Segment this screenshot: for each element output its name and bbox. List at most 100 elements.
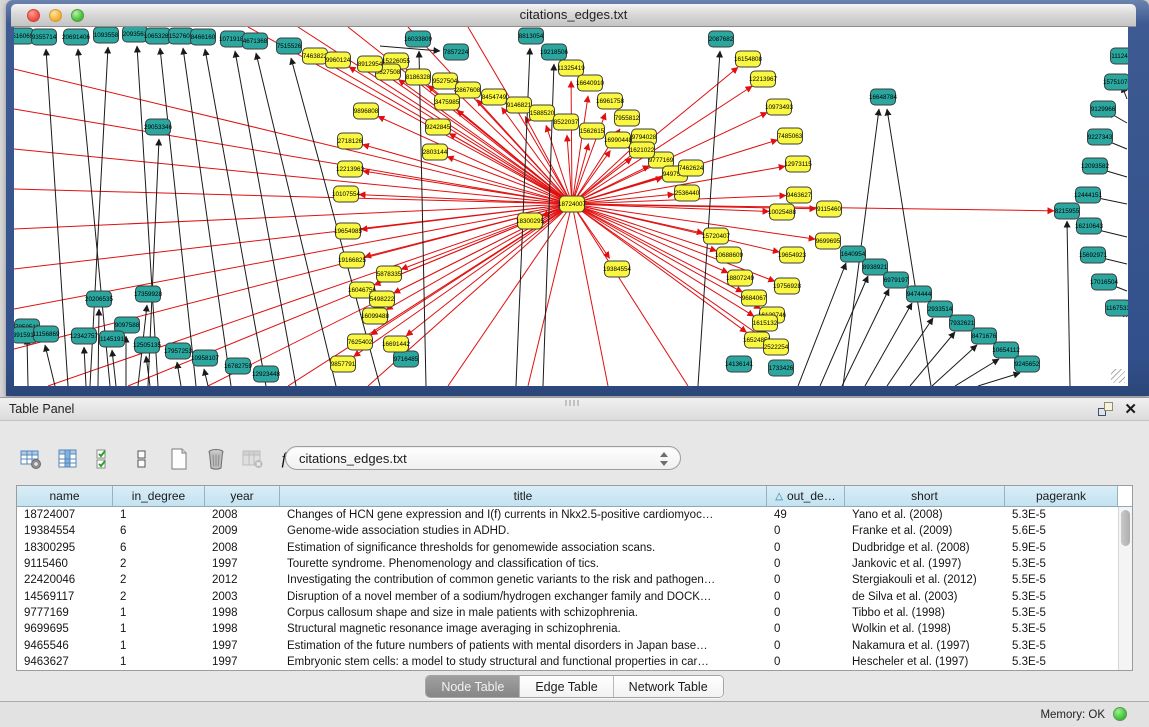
tab-edge-table[interactable]: Edge Table	[519, 676, 612, 697]
select-rows-icon[interactable]	[92, 446, 118, 472]
graph-node[interactable]: 19654985	[334, 223, 363, 239]
window-titlebar[interactable]: citations_edges.txt	[11, 4, 1136, 27]
graph-node[interactable]: 9699695	[816, 233, 841, 249]
graph-node[interactable]: 16691442	[382, 336, 411, 352]
table-row[interactable]: 1456911722003Disruption of a novel membe…	[17, 588, 1132, 604]
graph-node[interactable]: 1145191	[100, 331, 125, 347]
column-header-in_degree[interactable]: in_degree	[113, 486, 205, 506]
graph-node[interactable]: 4671368	[243, 33, 268, 49]
graph-node[interactable]: 1640954	[841, 246, 866, 262]
graph-node[interactable]: 15751074	[1103, 74, 1128, 90]
graph-node[interactable]: 1093558	[94, 27, 119, 43]
graph-node[interactable]: 19218506	[540, 44, 569, 60]
graph-node[interactable]: 1112480	[1111, 48, 1129, 64]
graph-node[interactable]: 18807249	[726, 270, 755, 286]
graph-node[interactable]: 9242845	[426, 119, 451, 135]
graph-node[interactable]: 1562615	[580, 123, 605, 139]
graph-node[interactable]: 9716485	[394, 351, 419, 367]
graph-node[interactable]: 20206535	[85, 291, 114, 307]
graph-node[interactable]: 2536440	[675, 185, 700, 201]
graph-node[interactable]: 11156869	[32, 326, 60, 342]
graph-node[interactable]: 5498222	[370, 291, 395, 307]
graph-node[interactable]: 17957253	[164, 343, 193, 359]
graph-node[interactable]: 2718126	[338, 133, 363, 149]
graph-node[interactable]: 7857224	[444, 44, 469, 60]
create-table-icon[interactable]	[166, 446, 192, 472]
tab-node-table[interactable]: Node Table	[426, 676, 519, 697]
graph-node[interactable]: 12505135	[133, 337, 162, 353]
graph-node[interactable]: 16782759	[224, 358, 253, 374]
graph-node[interactable]: 7955812	[615, 110, 640, 126]
graph-node[interactable]: 16099488	[361, 308, 390, 324]
graph-node[interactable]: 9146821	[507, 97, 532, 113]
tab-network-table[interactable]: Network Table	[613, 676, 723, 697]
graph-node[interactable]: 16210643	[1075, 218, 1104, 234]
graph-node[interactable]: 10688609	[715, 247, 744, 263]
graph-node[interactable]: 10973493	[765, 99, 794, 115]
graph-node[interactable]: 15720407	[702, 228, 731, 244]
table-scrollbar[interactable]	[1118, 507, 1132, 670]
graph-node[interactable]: 8938921	[863, 259, 888, 275]
column-header-pagerank[interactable]: pagerank	[1005, 486, 1118, 506]
memory-status-indicator[interactable]	[1113, 707, 1127, 721]
network-graph-canvas[interactable]: 2516069935571420691406109355820935611065…	[14, 27, 1128, 386]
graph-node[interactable]: 7625402	[348, 334, 373, 350]
graph-node[interactable]: 10654112	[992, 342, 1020, 358]
graph-node[interactable]: 16990448	[604, 132, 633, 148]
graph-node[interactable]: 9684067	[742, 290, 767, 306]
graph-node[interactable]: 12923448	[252, 366, 281, 382]
graph-node[interactable]: 2803144	[423, 144, 448, 160]
graph-node[interactable]: 18300295	[516, 213, 545, 229]
graph-node[interactable]: 9227343	[1088, 129, 1113, 145]
column-header-name[interactable]: name	[17, 486, 113, 506]
graph-node[interactable]: 16640910	[576, 75, 605, 91]
graph-node[interactable]: 2933514	[928, 301, 953, 317]
graph-node[interactable]: 19654923	[778, 247, 807, 263]
graph-node[interactable]: 1167533	[1106, 300, 1129, 316]
graph-node[interactable]: 1615132	[753, 315, 778, 331]
network-selector-dropdown[interactable]: citations_edges.txt	[285, 446, 681, 470]
graph-node[interactable]: 12093582	[1081, 158, 1110, 174]
graph-node[interactable]: 29053346	[144, 119, 173, 135]
graph-node[interactable]: 8471676	[972, 328, 997, 344]
graph-node[interactable]: 7515526	[277, 38, 302, 54]
graph-node[interactable]: 9129966	[1091, 101, 1116, 117]
graph-node[interactable]: 9463627	[787, 187, 812, 203]
graph-node[interactable]: 17359928	[134, 286, 163, 302]
table-row[interactable]: 946554611997Estimation of the future num…	[17, 637, 1132, 653]
graph-node[interactable]: 7932621	[950, 315, 975, 331]
graph-node[interactable]: 8215955	[1055, 203, 1080, 219]
graph-node[interactable]: 14136141	[725, 356, 754, 372]
graph-node[interactable]: 8454749	[482, 89, 507, 105]
table-row[interactable]: 911546021997Tourette syndrome. Phenomeno…	[17, 556, 1132, 572]
graph-node[interactable]: 19166825	[338, 252, 367, 268]
graph-node[interactable]: 16961758	[596, 93, 625, 109]
graph-node[interactable]: 6979197	[884, 272, 909, 288]
column-header-title[interactable]: title	[280, 486, 767, 506]
graph-node[interactable]: 8912954	[358, 56, 383, 72]
table-row[interactable]: 2242004622012Investigating the contribut…	[17, 572, 1132, 588]
table-row[interactable]: 1938455462009Genome-wide association stu…	[17, 523, 1132, 539]
graph-node[interactable]: 1621022	[630, 142, 655, 158]
table-row[interactable]: 969969511998Structural magnetic resonanc…	[17, 621, 1132, 637]
graph-node[interactable]: 7462624	[679, 160, 704, 176]
window-resize-grip[interactable]	[1111, 369, 1125, 383]
graph-node[interactable]: 9527504	[433, 73, 458, 89]
graph-node[interactable]: 16033809	[404, 31, 433, 47]
graph-node[interactable]: 1588520	[530, 105, 555, 121]
graph-node[interactable]: 5878335	[377, 266, 402, 282]
graph-node[interactable]: 8186328	[406, 69, 431, 85]
table-settings-icon[interactable]	[18, 446, 44, 472]
graph-node[interactable]: 12213967	[749, 71, 778, 87]
graph-node[interactable]: 16648784	[869, 89, 898, 105]
graph-node[interactable]: 19756928	[773, 278, 802, 294]
graph-node[interactable]: 11325419	[557, 60, 585, 76]
scrollbar-thumb[interactable]	[1121, 510, 1130, 546]
graph-node[interactable]: 19384554	[603, 261, 632, 277]
graph-node[interactable]: 12342757	[70, 328, 99, 344]
graph-node[interactable]: 9245652	[1015, 356, 1040, 372]
graph-node[interactable]: 9115460	[817, 201, 842, 217]
graph-node[interactable]: 2087682	[709, 31, 734, 47]
graph-node[interactable]: 8466160	[191, 29, 216, 45]
table-row[interactable]: 977716911998Corpus callosum shape and si…	[17, 605, 1132, 621]
